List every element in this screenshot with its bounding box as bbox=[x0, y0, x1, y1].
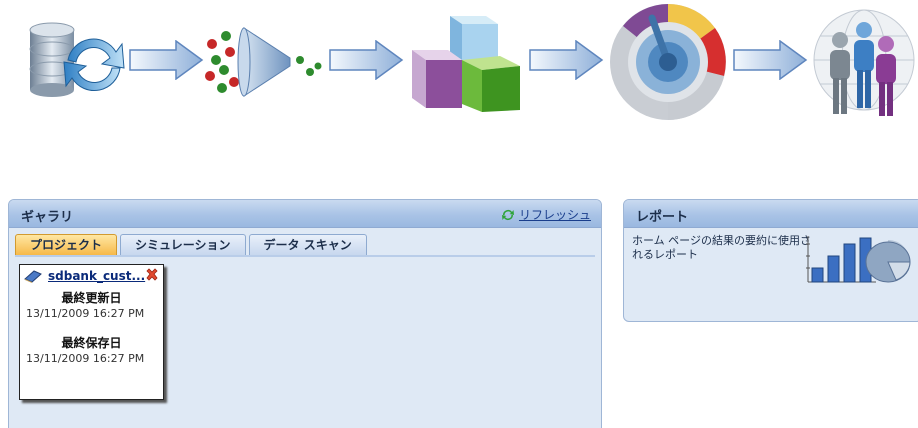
project-name-link[interactable]: sdbank_cust... bbox=[48, 269, 145, 283]
report-chart-icon[interactable] bbox=[806, 232, 916, 290]
gallery-header: ギャラリ リフレッシュ bbox=[9, 200, 601, 228]
last-modified-label: 最終更新日 bbox=[61, 291, 122, 305]
tab-projects[interactable]: プロジェクト bbox=[15, 234, 118, 255]
last-saved-label: 最終保存日 bbox=[61, 336, 122, 350]
flow-arrow-icon bbox=[529, 40, 604, 80]
gallery-tabs: プロジェクト シミュレーション データ スキャン bbox=[15, 234, 367, 255]
tab-data-scan[interactable]: データ スキャン bbox=[248, 234, 367, 255]
reports-header: レポート bbox=[624, 200, 918, 228]
last-modified-value: 13/11/2009 16:27 PM bbox=[26, 307, 145, 320]
cubes-icon[interactable] bbox=[410, 14, 522, 114]
dial-gauge-icon[interactable] bbox=[608, 2, 728, 122]
gallery-panel: ギャラリ リフレッシュ プロジェクト シミュレーション データ スキャン sdb… bbox=[8, 199, 602, 428]
tab-simulation[interactable]: シミュレーション bbox=[120, 234, 246, 255]
project-card[interactable]: sdbank_cust... 最終更新日 13/11/2009 16:27 PM… bbox=[19, 264, 164, 400]
people-globe-icon[interactable] bbox=[812, 0, 916, 124]
report-description[interactable]: ホーム ページの結果の要約に使用されるレポート bbox=[632, 234, 814, 262]
refresh-label[interactable]: リフレッシュ bbox=[519, 206, 591, 223]
project-file-icon bbox=[24, 270, 42, 283]
refresh-link[interactable]: リフレッシュ bbox=[501, 206, 591, 223]
reports-panel: レポート ホーム ページの結果の要約に使用されるレポート bbox=[623, 199, 918, 322]
application-canvas: ギャラリ リフレッシュ プロジェクト シミュレーション データ スキャン sdb… bbox=[0, 0, 918, 428]
gallery-title: ギャラリ bbox=[21, 210, 74, 225]
flow-arrow-icon bbox=[733, 40, 808, 80]
project-card-header: sdbank_cust... bbox=[20, 265, 163, 287]
last-saved-value: 13/11/2009 16:27 PM bbox=[26, 352, 145, 365]
delete-icon[interactable] bbox=[145, 268, 159, 282]
data-sync-icon[interactable] bbox=[28, 22, 128, 102]
tab-divider bbox=[15, 255, 595, 257]
flow-arrow-icon bbox=[329, 40, 404, 80]
filter-funnel-icon[interactable] bbox=[204, 26, 322, 98]
reports-title: レポート bbox=[636, 210, 689, 225]
refresh-icon bbox=[501, 209, 514, 220]
flow-arrow-icon bbox=[129, 40, 204, 80]
